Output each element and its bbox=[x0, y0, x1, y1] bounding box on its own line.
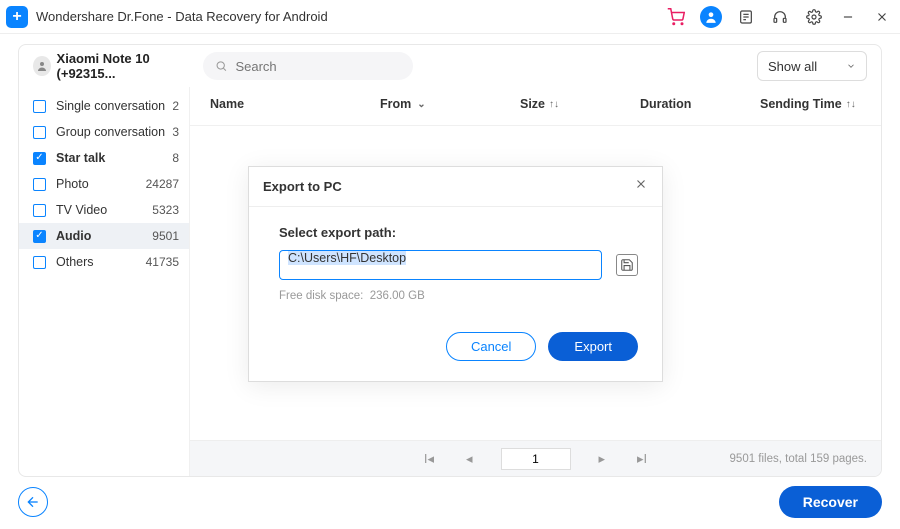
col-duration[interactable]: Duration bbox=[640, 97, 760, 111]
next-page-button[interactable]: ▸ bbox=[595, 449, 610, 469]
sidebar-item[interactable]: Audio9501 bbox=[19, 223, 189, 249]
sidebar-item[interactable]: Photo24287 bbox=[19, 171, 189, 197]
search-icon bbox=[215, 59, 227, 73]
cancel-button[interactable]: Cancel bbox=[446, 332, 536, 361]
sidebar-item-label: Others bbox=[56, 255, 146, 269]
sidebar-item-label: Single conversation bbox=[56, 99, 172, 113]
disk-info: Free disk space: 236.00 GB bbox=[279, 290, 638, 302]
minimize-icon[interactable] bbox=[838, 7, 858, 27]
sidebar-item-label: Audio bbox=[56, 229, 152, 243]
checkbox[interactable] bbox=[33, 204, 46, 217]
prev-page-button[interactable]: ◂ bbox=[462, 449, 477, 469]
chevron-down-icon: ⌄ bbox=[417, 99, 425, 110]
col-size[interactable]: Size ↑↓ bbox=[520, 97, 640, 111]
app-title: Wondershare Dr.Fone - Data Recovery for … bbox=[36, 9, 666, 24]
last-page-button[interactable]: ▸I bbox=[633, 449, 651, 469]
headset-icon[interactable] bbox=[770, 7, 790, 27]
checkbox[interactable] bbox=[33, 152, 46, 165]
chevron-down-icon bbox=[846, 59, 856, 74]
checkbox[interactable] bbox=[33, 126, 46, 139]
app-logo-icon: + bbox=[6, 6, 28, 28]
sidebar-item[interactable]: Single conversation2 bbox=[19, 93, 189, 119]
browse-folder-button[interactable] bbox=[616, 254, 638, 276]
sidebar-item-label: TV Video bbox=[56, 203, 152, 217]
search-input[interactable] bbox=[235, 59, 401, 74]
close-icon[interactable] bbox=[872, 7, 892, 27]
first-page-button[interactable]: I◂ bbox=[420, 449, 438, 469]
modal-body: Select export path: C:\Users\HF\Desktop … bbox=[249, 207, 662, 314]
notes-icon[interactable] bbox=[736, 7, 756, 27]
titlebar-actions bbox=[666, 6, 892, 28]
device-selector[interactable]: Xiaomi Note 10 (+92315... bbox=[33, 51, 193, 81]
table-header: Name From ⌄ Size ↑↓ Duration Sending Tim… bbox=[190, 87, 881, 126]
search-box[interactable] bbox=[203, 52, 413, 80]
sidebar-item-count: 3 bbox=[172, 125, 179, 139]
sidebar: Single conversation2Group conversation3S… bbox=[19, 87, 189, 476]
sidebar-item-count: 9501 bbox=[152, 229, 179, 243]
sidebar-item[interactable]: TV Video5323 bbox=[19, 197, 189, 223]
sidebar-item-count: 2 bbox=[172, 99, 179, 113]
col-sending-time[interactable]: Sending Time ↑↓ bbox=[760, 97, 861, 111]
checkbox[interactable] bbox=[33, 230, 46, 243]
export-button[interactable]: Export bbox=[548, 332, 638, 361]
path-row: C:\Users\HF\Desktop bbox=[279, 250, 638, 280]
page-input[interactable] bbox=[501, 448, 571, 470]
sidebar-item[interactable]: Others41735 bbox=[19, 249, 189, 275]
recover-button[interactable]: Recover bbox=[779, 486, 882, 518]
back-button[interactable] bbox=[18, 487, 48, 517]
modal-footer: Cancel Export bbox=[249, 314, 662, 381]
sidebar-item[interactable]: Star talk8 bbox=[19, 145, 189, 171]
checkbox[interactable] bbox=[33, 256, 46, 269]
col-name[interactable]: Name bbox=[210, 97, 380, 111]
sort-icon: ↑↓ bbox=[846, 99, 856, 110]
device-name: Xiaomi Note 10 (+92315... bbox=[57, 51, 193, 81]
sidebar-item-label: Photo bbox=[56, 177, 146, 191]
sidebar-item-count: 24287 bbox=[146, 177, 179, 191]
filter-label: Show all bbox=[768, 59, 817, 74]
modal-title: Export to PC bbox=[263, 179, 342, 194]
bottom-bar: Recover bbox=[18, 483, 882, 521]
sidebar-item-label: Group conversation bbox=[56, 125, 172, 139]
col-from[interactable]: From ⌄ bbox=[380, 97, 520, 111]
export-path-label: Select export path: bbox=[279, 225, 638, 240]
person-icon bbox=[33, 56, 51, 76]
sidebar-item[interactable]: Group conversation3 bbox=[19, 119, 189, 145]
sidebar-item-count: 5323 bbox=[152, 203, 179, 217]
topbar: Xiaomi Note 10 (+92315... Show all bbox=[19, 45, 881, 87]
pagination: I◂ ◂ ▸ ▸I 9501 files, total 159 pages. bbox=[190, 440, 881, 476]
page-info: 9501 files, total 159 pages. bbox=[730, 453, 867, 465]
checkbox[interactable] bbox=[33, 178, 46, 191]
export-modal: Export to PC Select export path: C:\User… bbox=[248, 166, 663, 382]
modal-close-button[interactable] bbox=[634, 177, 648, 196]
close-icon bbox=[634, 177, 648, 191]
sort-icon: ↑↓ bbox=[549, 99, 559, 110]
user-avatar-icon[interactable] bbox=[700, 6, 722, 28]
sidebar-item-count: 41735 bbox=[146, 255, 179, 269]
modal-header: Export to PC bbox=[249, 167, 662, 207]
sidebar-item-count: 8 bbox=[172, 151, 179, 165]
export-path-input[interactable]: C:\Users\HF\Desktop bbox=[279, 250, 602, 280]
cart-icon[interactable] bbox=[666, 7, 686, 27]
filter-dropdown[interactable]: Show all bbox=[757, 51, 867, 81]
titlebar: + Wondershare Dr.Fone - Data Recovery fo… bbox=[0, 0, 900, 34]
save-icon bbox=[620, 258, 634, 272]
sidebar-item-label: Star talk bbox=[56, 151, 172, 165]
checkbox[interactable] bbox=[33, 100, 46, 113]
gear-icon[interactable] bbox=[804, 7, 824, 27]
